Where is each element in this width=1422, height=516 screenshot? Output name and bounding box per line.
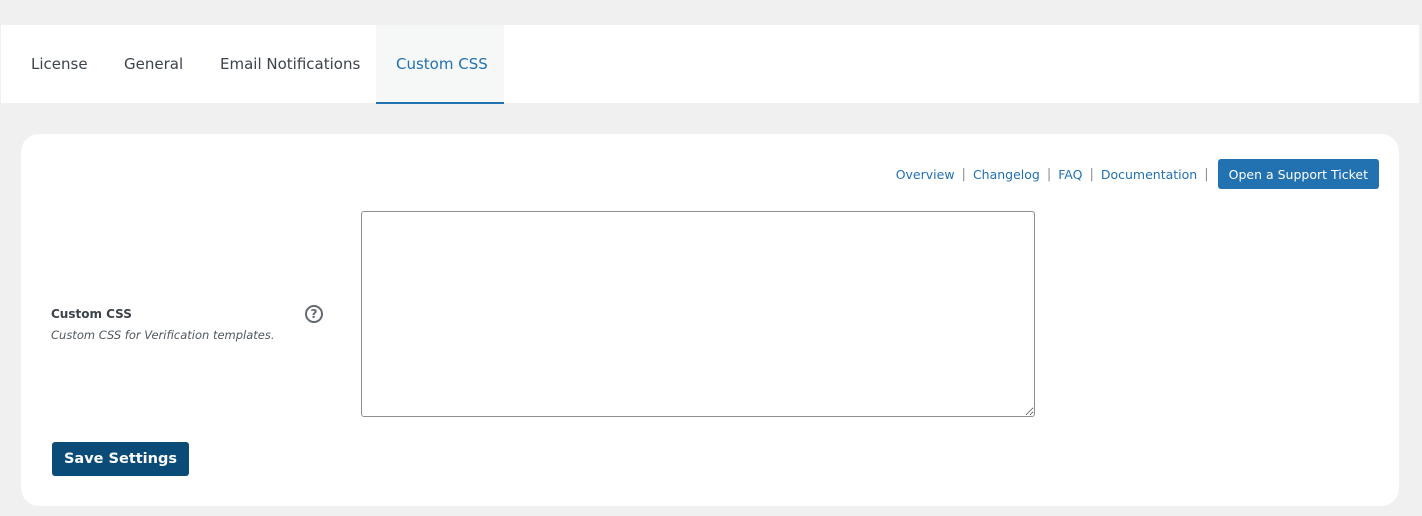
separator: | <box>1089 166 1094 182</box>
separator: | <box>1204 166 1209 182</box>
documentation-link[interactable]: Documentation <box>1101 167 1197 182</box>
overview-link[interactable]: Overview <box>896 167 955 182</box>
settings-card: Overview | Changelog | FAQ | Documentati… <box>21 134 1399 506</box>
separator: | <box>1046 166 1052 182</box>
settings-tabs: License General Email Notifications Cust… <box>1 25 1419 104</box>
tab-custom-css-label: Custom CSS <box>396 55 488 73</box>
tab-email-notifications-label: Email Notifications <box>220 55 361 73</box>
tab-license-label: License <box>31 55 88 73</box>
help-glyph: ? <box>310 307 318 321</box>
separator: | <box>961 166 966 182</box>
custom-css-textarea[interactable] <box>361 211 1035 417</box>
tab-email-notifications[interactable]: Email Notifications <box>211 25 376 103</box>
save-settings-button[interactable]: Save Settings <box>52 442 189 476</box>
tab-general-label: General <box>124 55 184 73</box>
custom-css-label: Custom CSS <box>51 307 132 321</box>
tab-general[interactable]: General <box>115 25 211 103</box>
help-links: Overview | Changelog | FAQ | Documentati… <box>896 159 1379 189</box>
open-support-ticket-button[interactable]: Open a Support Ticket <box>1217 159 1379 189</box>
tab-license[interactable]: License <box>1 25 115 103</box>
custom-css-description: Custom CSS for Verification templates. <box>51 328 275 342</box>
question-circle-icon[interactable]: ? <box>305 305 323 323</box>
tab-custom-css[interactable]: Custom CSS <box>376 25 504 104</box>
faq-link[interactable]: FAQ <box>1058 167 1082 182</box>
changelog-link[interactable]: Changelog <box>973 167 1040 182</box>
